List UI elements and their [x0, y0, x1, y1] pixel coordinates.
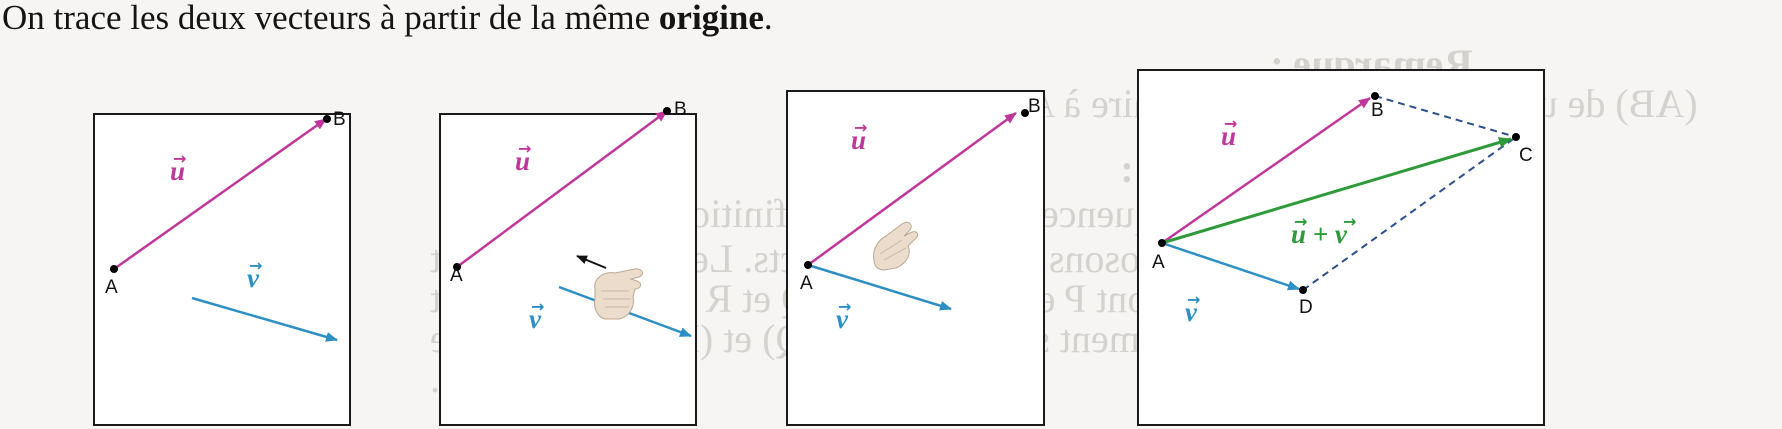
point-b: [323, 115, 331, 123]
vector-v: [191, 296, 338, 342]
vector-u-letter: u: [1221, 121, 1236, 151]
headline-text: On trace les deux vecteurs à partir de l…: [2, 0, 659, 37]
panel-3-figure: A B →u →v: [800, 96, 1041, 334]
vector-v-letter: v: [247, 263, 260, 293]
headline-period: .: [763, 0, 773, 37]
point-b: [1371, 92, 1379, 100]
panel-2: A B →u →v: [439, 99, 697, 426]
vector-v-letter: v: [529, 304, 542, 334]
vector-v-letter: v: [1185, 297, 1198, 327]
vector-v: [807, 263, 952, 311]
vector-v-letter: v: [836, 304, 849, 334]
point-d: [1299, 286, 1307, 294]
label-b: B: [1028, 96, 1041, 117]
label-b: B: [1371, 100, 1384, 121]
label-vector-v: →v: [247, 256, 262, 293]
point-a: [1158, 239, 1166, 247]
headline: On trace les deux vecteurs à partir de l…: [2, 0, 773, 38]
label-vector-u: →u: [851, 118, 867, 155]
label-vector-u: →u: [515, 139, 531, 176]
vector-u: [456, 109, 668, 269]
label-vector-v: →v: [1185, 290, 1200, 327]
vector-u-letter: u: [170, 156, 185, 186]
panel-1-figure: A B →u →v: [105, 109, 346, 342]
label-b: B: [333, 109, 346, 130]
point-a: [804, 261, 812, 269]
hand-icon: [594, 268, 643, 320]
label-vector-v: →v: [529, 297, 544, 334]
label-a: A: [800, 273, 813, 294]
label-vector-u: →u: [1221, 114, 1237, 151]
panel-4-figure: A B C D →u →v → →u + v: [1152, 92, 1533, 327]
vector-v: [1161, 241, 1300, 291]
hand-icon: [873, 221, 919, 271]
point-b: [663, 107, 671, 115]
panel-2-figure: A B →u →v: [450, 99, 692, 338]
dashed-segment-bc: [1374, 95, 1517, 138]
point-a: [110, 265, 118, 273]
vector-u-letter: u: [515, 146, 530, 176]
label-b: B: [674, 99, 687, 120]
panel-1: A B →u →v: [93, 109, 351, 426]
label-c: C: [1519, 145, 1533, 166]
panel-4: A B C D →u →v → →u + v: [1137, 69, 1545, 426]
label-vector-u: →u: [170, 149, 186, 186]
headline-bold-word: origine: [658, 0, 764, 37]
pointer-arrow-icon: [576, 255, 607, 269]
point-c: [1512, 133, 1520, 141]
label-vector-sum: → →u + v: [1291, 212, 1356, 249]
label-d: D: [1299, 297, 1313, 318]
vector-u: [113, 117, 327, 271]
vector-u-letter: u: [851, 125, 866, 155]
dashed-segment-dc: [1302, 136, 1517, 291]
vector-sum-letters: u + v: [1291, 219, 1348, 249]
label-vector-v: →v: [836, 297, 851, 334]
label-a: A: [450, 265, 463, 286]
label-a: A: [1152, 252, 1165, 273]
panel-3: A B →u →v: [786, 90, 1045, 426]
label-a: A: [105, 277, 118, 298]
